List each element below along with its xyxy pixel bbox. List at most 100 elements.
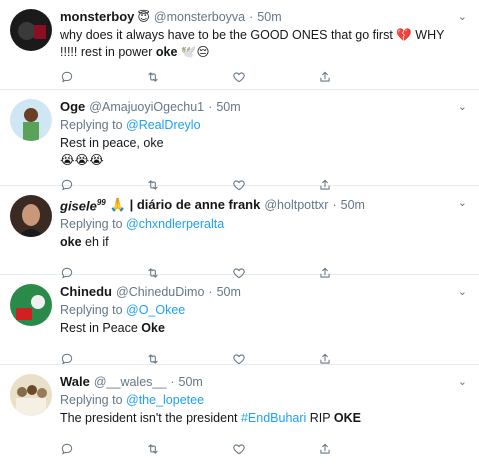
- tweet-4[interactable]: ⌄ Chinedu @ChineduDimo · 50m Replying to…: [0, 275, 479, 365]
- reply-icon: [60, 352, 74, 366]
- avatar[interactable]: [10, 99, 52, 141]
- tweet-header: Chinedu @ChineduDimo · 50m: [60, 283, 467, 301]
- chevron-down-icon[interactable]: ⌄: [458, 285, 467, 298]
- reply-button[interactable]: [60, 442, 146, 456]
- text-line: 😭😭😭: [60, 153, 104, 167]
- like-button[interactable]: [232, 442, 318, 456]
- like-icon: [232, 352, 246, 366]
- tweet-header: monsterboy 😇 @monsterboyva · 50m: [60, 8, 467, 26]
- text-part: eh if: [81, 235, 109, 250]
- tweet-1[interactable]: ⌄ monsterboy 😇 @monsterboyva · 50m why d…: [0, 0, 479, 90]
- display-name-suffix: 🙏 | diário de anne frank: [109, 196, 261, 212]
- text-part: 🕊️😔: [177, 45, 210, 59]
- timestamp[interactable]: 50m: [216, 98, 240, 116]
- text-part: why does it always have to be the GOOD O…: [60, 28, 445, 59]
- tweet-feed: ⌄ monsterboy 😇 @monsterboyva · 50m why d…: [0, 0, 479, 468]
- tweet-text: Rest in peace, oke 😭😭😭: [60, 135, 467, 169]
- replying-to: Replying to @O_Okee: [60, 301, 467, 319]
- tweet-text: oke eh if: [60, 234, 467, 251]
- handle[interactable]: @ChineduDimo: [116, 283, 204, 301]
- replying-to-label: Replying to: [60, 118, 127, 132]
- tweet-5[interactable]: ⌄ Wale @__wales__ · 50m Replying to @the…: [0, 365, 479, 468]
- retweet-icon: [146, 442, 160, 456]
- replying-to-label: Replying to: [60, 303, 127, 317]
- separator-dot: ·: [332, 197, 337, 212]
- avatar[interactable]: [10, 9, 52, 51]
- share-icon: [318, 70, 332, 84]
- text-bold: Oke: [141, 321, 165, 335]
- like-button[interactable]: [232, 352, 318, 366]
- retweet-icon: [146, 352, 160, 366]
- like-icon: [232, 70, 246, 84]
- like-icon: [232, 442, 246, 456]
- chevron-down-icon[interactable]: ⌄: [458, 10, 467, 23]
- emoji-badge: 😇: [137, 10, 150, 24]
- retweet-button[interactable]: [146, 442, 232, 456]
- replying-to: Replying to @chxndlerperalta: [60, 215, 467, 233]
- handle[interactable]: @__wales__: [94, 373, 166, 391]
- text-part: RIP: [306, 411, 334, 425]
- chevron-down-icon[interactable]: ⌄: [458, 100, 467, 113]
- display-name-text: gisele: [60, 198, 97, 214]
- reply-button[interactable]: [60, 70, 146, 84]
- replying-to: Replying to @RealDreylo: [60, 116, 467, 134]
- tweet-header: Wale @__wales__ · 50m: [60, 373, 467, 391]
- display-name[interactable]: Wale: [60, 373, 90, 391]
- tweet-text: Rest in Peace Oke: [60, 320, 467, 337]
- replying-to-label: Replying to: [60, 393, 127, 407]
- reply-to-link[interactable]: @chxndlerperalta: [126, 217, 224, 231]
- tweet-3[interactable]: ⌄ gisele99 🙏 | diário de anne frank @hol…: [0, 186, 479, 279]
- action-bar: [60, 435, 467, 463]
- action-bar: [60, 63, 467, 91]
- tweet-2[interactable]: ⌄ Oge @AmajuoyiOgechu1 · 50m Replying to…: [0, 90, 479, 191]
- timestamp[interactable]: 50m: [217, 283, 241, 301]
- timestamp[interactable]: 50m: [257, 8, 281, 26]
- display-name[interactable]: gisele99: [60, 194, 106, 215]
- handle[interactable]: @monsterboyva: [154, 8, 245, 26]
- share-button[interactable]: [318, 442, 404, 456]
- name-superscript: 99: [96, 198, 106, 207]
- reply-icon: [60, 70, 74, 84]
- handle[interactable]: @holtpottxr: [264, 196, 328, 214]
- reply-to-link[interactable]: @RealDreylo: [126, 118, 201, 132]
- separator-dot: ·: [208, 100, 213, 114]
- replying-to-label: Replying to: [60, 217, 127, 232]
- share-button[interactable]: [318, 352, 404, 366]
- hashtag-link[interactable]: #EndBuhari: [241, 411, 306, 425]
- tweet-text: why does it always have to be the GOOD O…: [60, 27, 450, 61]
- replying-to: Replying to @the_lopetee: [60, 391, 467, 409]
- chevron-down-icon[interactable]: ⌄: [458, 196, 467, 209]
- avatar[interactable]: [10, 195, 52, 237]
- like-button[interactable]: [232, 70, 318, 84]
- tweet-header: gisele99 🙏 | diário de anne frank @holtp…: [60, 194, 467, 215]
- share-button[interactable]: [318, 70, 404, 84]
- reply-to-link[interactable]: @the_lopetee: [126, 393, 204, 407]
- handle[interactable]: @AmajuoyiOgechu1: [89, 98, 204, 116]
- tweet-header: Oge @AmajuoyiOgechu1 · 50m: [60, 98, 467, 116]
- separator-dot: ·: [208, 285, 213, 299]
- display-name[interactable]: monsterboy: [60, 8, 134, 26]
- separator-dot: ·: [170, 375, 175, 389]
- timestamp[interactable]: 50m: [341, 196, 365, 214]
- display-name[interactable]: Oge: [60, 98, 85, 116]
- reply-button[interactable]: [60, 352, 146, 366]
- avatar[interactable]: [10, 284, 52, 326]
- display-name[interactable]: Chinedu: [60, 283, 112, 301]
- retweet-button[interactable]: [146, 70, 232, 84]
- reply-to-link[interactable]: @O_Okee: [126, 303, 185, 317]
- text-part: Rest in Peace: [60, 321, 142, 335]
- text-bold: oke: [155, 45, 178, 59]
- retweet-button[interactable]: [146, 352, 232, 366]
- text-part: The president isn't the president: [60, 411, 241, 425]
- retweet-icon: [146, 70, 160, 84]
- text-bold: OKE: [333, 411, 361, 425]
- chevron-down-icon[interactable]: ⌄: [458, 375, 467, 388]
- reply-icon: [60, 442, 74, 456]
- tweet-text: The president isn't the president #EndBu…: [60, 410, 467, 427]
- text-bold: oke: [60, 235, 82, 250]
- share-icon: [318, 442, 332, 456]
- text-line: Rest in peace, oke: [60, 136, 164, 150]
- timestamp[interactable]: 50m: [179, 373, 203, 391]
- share-icon: [318, 352, 332, 366]
- avatar[interactable]: [10, 374, 52, 416]
